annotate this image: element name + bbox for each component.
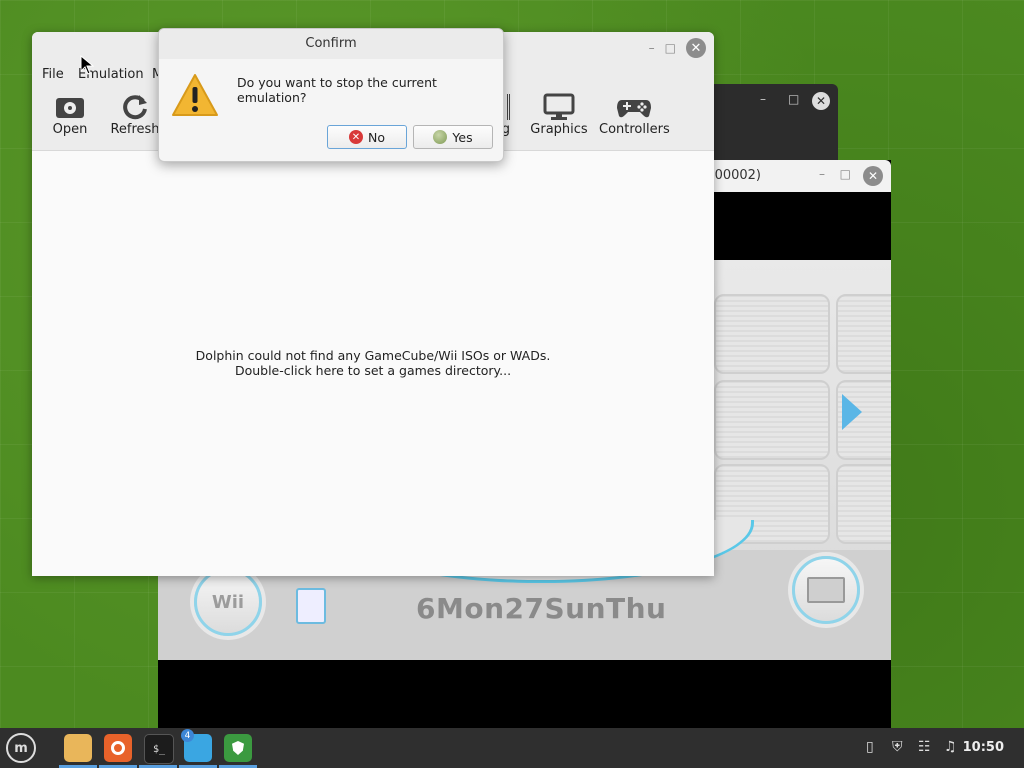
security-shield-icon[interactable] xyxy=(224,734,252,762)
graphics-label: Graphics xyxy=(530,122,588,137)
dialog-message: Do you want to stop the current emulatio… xyxy=(237,75,437,105)
next-page-arrow-icon[interactable] xyxy=(842,394,862,430)
wii-button[interactable]: Wii xyxy=(194,568,262,636)
mouse-cursor-icon xyxy=(80,55,94,75)
maximize-icon[interactable]: □ xyxy=(665,41,676,55)
graphics-button[interactable]: Graphics xyxy=(524,92,594,137)
no-button-label: No xyxy=(368,129,385,145)
window-count-badge: 4 xyxy=(181,729,194,742)
warning-icon xyxy=(171,73,219,121)
dialog-title: Confirm xyxy=(159,29,503,59)
channel-tile[interactable] xyxy=(836,294,891,374)
sound-icon[interactable]: ♫ xyxy=(944,739,957,755)
terminal-icon[interactable]: $_ xyxy=(144,734,174,764)
firefox-icon[interactable] xyxy=(104,734,132,762)
channel-tile[interactable] xyxy=(836,464,891,544)
close-icon[interactable]: ✕ xyxy=(863,166,883,186)
open-button[interactable]: Open xyxy=(35,92,105,137)
empty-message-line1: Dolphin could not find any GameCube/Wii … xyxy=(195,348,551,363)
open-label: Open xyxy=(52,122,88,137)
envelope-icon xyxy=(807,577,845,603)
monitor-icon xyxy=(543,93,575,120)
cancel-icon: ✕ xyxy=(349,130,363,144)
date-text: 6Mon27SunThu xyxy=(416,592,667,625)
controllers-label: Controllers xyxy=(599,122,670,137)
confirm-dialog[interactable]: Confirm Do you want to stop the current … xyxy=(158,28,504,162)
confirm-icon xyxy=(433,130,448,144)
gamepad-icon xyxy=(617,100,651,118)
open-icon xyxy=(56,98,84,118)
file-manager-icon[interactable] xyxy=(64,734,92,762)
minimize-icon[interactable]: – xyxy=(649,41,655,55)
minimize-icon[interactable]: – xyxy=(760,92,766,106)
close-icon[interactable]: ✕ xyxy=(686,38,706,58)
mail-button[interactable] xyxy=(792,556,860,624)
start-menu-icon[interactable]: m xyxy=(6,733,36,763)
channel-tile[interactable] xyxy=(714,380,830,460)
yes-button[interactable]: Yes xyxy=(413,125,493,149)
menu-file[interactable]: File xyxy=(42,67,64,82)
controllers-button[interactable]: Controllers xyxy=(599,92,670,137)
taskbar: m $_ 4 ▯ ⛨ ☷ ♫ 10:50 xyxy=(0,728,1024,768)
minimize-icon[interactable]: – xyxy=(819,167,825,181)
close-icon[interactable]: ✕ xyxy=(812,92,830,110)
refresh-icon xyxy=(123,95,147,120)
no-button[interactable]: ✕ No xyxy=(327,125,407,149)
sd-card-icon[interactable] xyxy=(296,588,326,624)
update-shield-icon[interactable]: ⛨ xyxy=(892,739,903,755)
clock[interactable]: 10:50 xyxy=(963,740,1004,755)
channel-tile[interactable] xyxy=(714,294,830,374)
wii-button-label: Wii xyxy=(211,591,245,613)
game-list-empty-message[interactable]: Dolphin could not find any GameCube/Wii … xyxy=(32,348,714,378)
empty-message-line2: Double-click here to set a games directo… xyxy=(234,363,512,378)
network-icon[interactable]: ☷ xyxy=(918,739,931,755)
maximize-icon[interactable]: □ xyxy=(788,92,799,106)
notification-icon[interactable]: ▯ xyxy=(866,739,874,755)
maximize-icon[interactable]: □ xyxy=(840,167,851,181)
yes-button-label: Yes xyxy=(452,129,473,145)
